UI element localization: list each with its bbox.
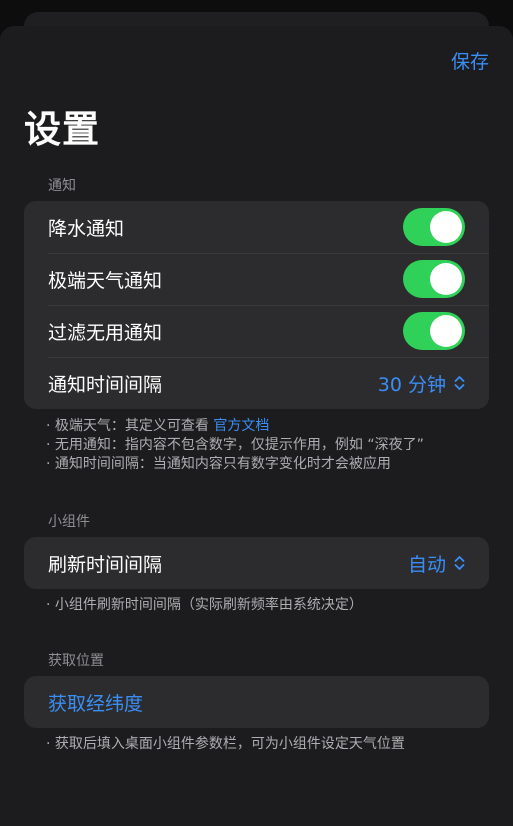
section-label-widget: 小组件 bbox=[48, 514, 90, 530]
official-docs-link[interactable]: 官方文档 bbox=[213, 418, 269, 434]
notification-interval-label: 通知时间间隔 bbox=[48, 373, 163, 396]
get-coordinates-button[interactable]: 获取经纬度 bbox=[48, 689, 143, 716]
notifications-notes: · 极端天气：其定义可查看 官方文档 · 无用通知：指内容不包含数字，仅提示作用… bbox=[46, 417, 424, 474]
precipitation-notification-row: 降水通知 bbox=[24, 201, 489, 253]
widget-group: 刷新时间间隔 自动 bbox=[24, 537, 489, 589]
extreme-weather-notification-toggle[interactable] bbox=[403, 260, 465, 298]
note-notification-interval: · 通知时间间隔：当通知内容只有数字变化时才会被应用 bbox=[46, 456, 391, 472]
save-button[interactable]: 保存 bbox=[451, 47, 489, 74]
toggle-knob bbox=[430, 315, 462, 347]
chevron-up-down-icon bbox=[454, 555, 465, 571]
note-widget-refresh: · 小组件刷新时间间隔（实际刷新频率由系统决定） bbox=[46, 597, 363, 613]
note-useless-notification: · 无用通知：指内容不包含数字，仅提示作用，例如 “深夜了” bbox=[46, 437, 424, 453]
notification-interval-row[interactable]: 通知时间间隔 30 分钟 bbox=[24, 357, 489, 409]
extreme-weather-notification-row: 极端天气通知 bbox=[24, 253, 489, 305]
refresh-interval-value: 自动 bbox=[407, 553, 446, 576]
section-label-location: 获取位置 bbox=[48, 653, 104, 669]
filter-useless-notification-toggle[interactable] bbox=[403, 312, 465, 350]
filter-useless-notification-row: 过滤无用通知 bbox=[24, 305, 489, 357]
extreme-weather-notification-label: 极端天气通知 bbox=[48, 269, 163, 292]
location-group: 获取经纬度 bbox=[24, 676, 489, 728]
page-title: 设置 bbox=[24, 108, 100, 151]
notification-interval-value: 30 分钟 bbox=[377, 373, 446, 396]
note-extreme-weather-text: · 极端天气：其定义可查看 bbox=[46, 418, 214, 434]
refresh-interval-label: 刷新时间间隔 bbox=[48, 553, 163, 576]
section-label-notifications: 通知 bbox=[48, 178, 76, 194]
widget-notes: · 小组件刷新时间间隔（实际刷新频率由系统决定） bbox=[46, 596, 363, 615]
note-location: · 获取后填入桌面小组件参数栏，可为小组件设定天气位置 bbox=[46, 736, 405, 752]
notifications-group: 降水通知 极端天气通知 过滤无用通知 通知时间间隔 30 分钟 bbox=[24, 201, 489, 409]
precipitation-notification-label: 降水通知 bbox=[48, 217, 125, 240]
precipitation-notification-toggle[interactable] bbox=[403, 208, 465, 246]
chevron-up-down-icon bbox=[454, 375, 465, 391]
note-extreme-weather: · 极端天气：其定义可查看 官方文档 bbox=[46, 417, 424, 436]
toggle-knob bbox=[430, 263, 462, 295]
toggle-knob bbox=[430, 211, 462, 243]
filter-useless-notification-label: 过滤无用通知 bbox=[48, 321, 163, 344]
location-notes: · 获取后填入桌面小组件参数栏，可为小组件设定天气位置 bbox=[46, 735, 405, 754]
refresh-interval-row[interactable]: 刷新时间间隔 自动 bbox=[24, 537, 489, 589]
notification-interval-select[interactable]: 30 分钟 bbox=[378, 370, 465, 397]
refresh-interval-select[interactable]: 自动 bbox=[408, 550, 465, 577]
get-coordinates-row[interactable]: 获取经纬度 bbox=[24, 676, 489, 728]
